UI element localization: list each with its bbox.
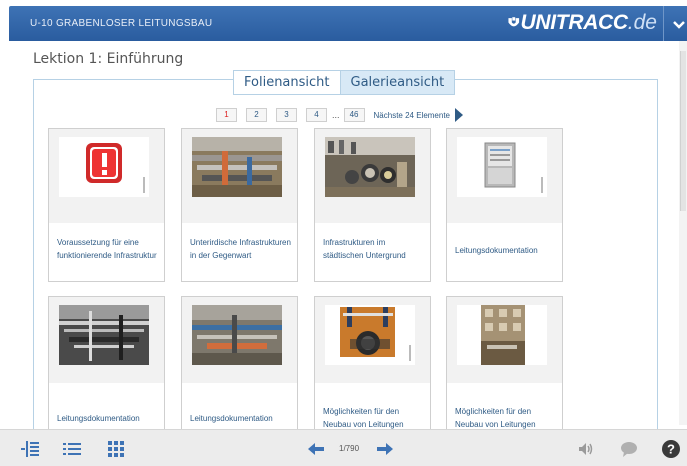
page-button-4[interactable]: 4 bbox=[306, 108, 327, 122]
pipe-diagram bbox=[325, 305, 415, 365]
page-title: Lektion 1: Einführung bbox=[33, 51, 184, 67]
card-label: Leitungsdokumentation bbox=[190, 414, 273, 423]
page-button-1[interactable]: 1 bbox=[216, 108, 237, 122]
page-button-last[interactable]: 46 bbox=[343, 108, 365, 122]
logo-tld: .de bbox=[627, 11, 657, 34]
help-icon[interactable]: ? bbox=[661, 439, 681, 459]
logo-text: UNITRACC bbox=[520, 11, 629, 34]
cabinet-photo bbox=[457, 137, 547, 197]
page-counter: 1/790 bbox=[339, 444, 360, 453]
page-button-3[interactable]: 3 bbox=[276, 108, 297, 122]
gallery-card[interactable]: Möglichkeiten für den Neubau von Leitung… bbox=[446, 296, 563, 429]
card-label: Möglichkeiten für den Neubau von Leitung… bbox=[455, 407, 536, 429]
next-arrow-icon[interactable] bbox=[455, 108, 464, 122]
outline-icon[interactable] bbox=[21, 439, 41, 459]
comment-icon[interactable] bbox=[619, 439, 639, 459]
tab-galerieansicht[interactable]: Galerieansicht bbox=[340, 70, 456, 95]
card-label: Leitungsdokumentation bbox=[455, 246, 538, 255]
gallery-card[interactable]: Voraussetzung für eine funktionierende I… bbox=[48, 128, 165, 282]
gallery-card[interactable]: Leitungsdokumentation bbox=[446, 128, 563, 282]
card-label: Infrastrukturen im städtischen Untergrun… bbox=[323, 238, 406, 260]
gallery-card[interactable]: Leitungsdokumentation bbox=[48, 296, 165, 429]
warning-icon bbox=[59, 137, 149, 197]
view-tabs: Folienansicht Galerieansicht bbox=[233, 70, 456, 95]
gallery-card[interactable]: Leitungsdokumentation bbox=[181, 296, 298, 429]
chevron-down-icon[interactable] bbox=[669, 14, 687, 34]
card-label: Möglichkeiten für den Neubau von Leitung… bbox=[323, 407, 404, 429]
page-button-2[interactable]: 2 bbox=[246, 108, 267, 122]
svg-text:?: ? bbox=[667, 442, 675, 457]
course-title: U-10 GRABENLOSER LEITUNGSBAU bbox=[30, 18, 213, 29]
list-icon[interactable] bbox=[62, 439, 82, 459]
scrollbar[interactable] bbox=[679, 41, 687, 425]
pagination-ellipsis: ... bbox=[332, 110, 340, 120]
forward-arrow-icon[interactable] bbox=[375, 439, 395, 459]
header-divider bbox=[663, 6, 664, 41]
gallery-card[interactable]: Infrastrukturen im städtischen Untergrun… bbox=[314, 128, 431, 282]
next-elements-link[interactable]: Nächste 24 Elemente bbox=[374, 111, 451, 120]
bw-photo bbox=[59, 305, 149, 365]
card-label: Voraussetzung für eine funktionierende I… bbox=[57, 238, 157, 260]
gallery-card[interactable]: Möglichkeiten für den Neubau von Leitung… bbox=[314, 296, 431, 429]
scrollbar-thumb[interactable] bbox=[680, 51, 686, 211]
card-label: Unterirdische Infrastrukturen in der Geg… bbox=[190, 238, 291, 260]
grid-icon[interactable] bbox=[106, 439, 126, 459]
header-bar: U-10 GRABENLOSER LEITUNGSBAU UNITRACC .de bbox=[9, 6, 687, 41]
pipes-photo bbox=[192, 137, 282, 197]
pipe-model-photo bbox=[325, 137, 415, 197]
unitracc-logo[interactable]: UNITRACC .de bbox=[507, 9, 657, 37]
tab-folienansicht[interactable]: Folienansicht bbox=[233, 70, 341, 95]
card-label: Leitungsdokumentation bbox=[57, 414, 140, 423]
audio-icon[interactable] bbox=[576, 439, 596, 459]
logo-emblem-icon bbox=[508, 17, 520, 27]
back-arrow-icon[interactable] bbox=[306, 439, 326, 459]
bottom-toolbar: 1/790 ? bbox=[0, 429, 687, 466]
gallery-card[interactable]: Unterirdische Infrastrukturen in der Geg… bbox=[181, 128, 298, 282]
building-photo bbox=[457, 305, 547, 365]
pagination: 1 2 3 4 ... 46 Nächste 24 Elemente bbox=[216, 108, 464, 122]
excavation-photo bbox=[192, 305, 282, 365]
